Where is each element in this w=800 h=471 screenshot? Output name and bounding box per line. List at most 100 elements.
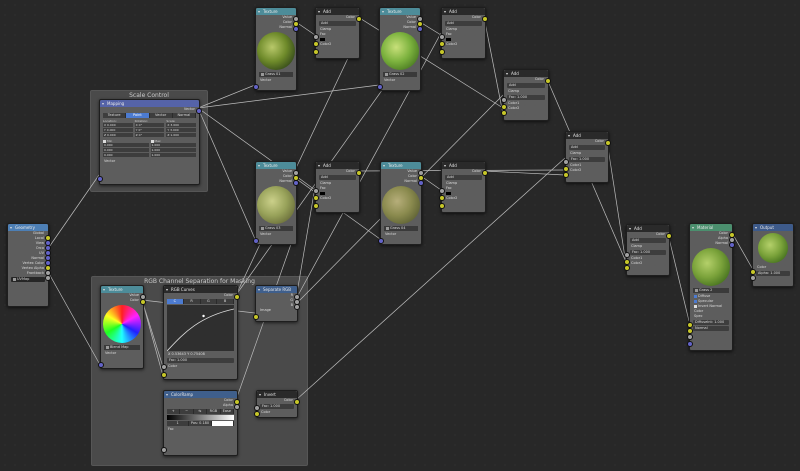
- socket[interactable]: [313, 203, 319, 209]
- blend-mode-select[interactable]: Add: [319, 175, 356, 180]
- socket[interactable]: [140, 299, 146, 305]
- texture-node-grass04[interactable]: Texture Value Color Normal Grass 04 Vect…: [378, 161, 424, 245]
- add-node-5[interactable]: Add Color Add Clamp Fac: 1.000 Color1 Co…: [501, 69, 551, 121]
- color-mode-select[interactable]: RGB: [207, 409, 221, 414]
- scale-x[interactable]: X 3.000: [166, 123, 197, 127]
- add-node-4[interactable]: Add Color Add Clamp Fac Color2: [439, 161, 488, 213]
- input-diffuse-intensity[interactable]: DiffuseInt: 1.000: [693, 320, 729, 325]
- socket[interactable]: [545, 78, 551, 84]
- min-x[interactable]: 0.000: [103, 143, 149, 147]
- socket[interactable]: [253, 84, 259, 90]
- socket[interactable]: [687, 334, 693, 340]
- socket[interactable]: [439, 34, 445, 40]
- stop-color-swatch[interactable]: [211, 421, 234, 426]
- color-ramp-node[interactable]: ColorRamp Color Alpha + − ⇆ RGB Ease 1 P…: [161, 390, 240, 456]
- add-node-3[interactable]: Add Color Add Clamp Fac Color2: [313, 161, 362, 213]
- blend-mode-select[interactable]: Add: [630, 238, 666, 243]
- socket[interactable]: [234, 294, 240, 300]
- socket[interactable]: [482, 170, 488, 176]
- location-z[interactable]: Z 0.000: [103, 133, 133, 137]
- socket[interactable]: [161, 364, 167, 370]
- curve-graph[interactable]: [166, 305, 235, 352]
- material-node[interactable]: Material Color Alpha Normal Grass 2 Diff…: [687, 223, 735, 351]
- blend-mode-select[interactable]: Add: [569, 145, 605, 150]
- max-z[interactable]: 1.000: [150, 153, 196, 157]
- socket[interactable]: [161, 447, 167, 453]
- socket[interactable]: [418, 180, 424, 186]
- tab-green[interactable]: G: [200, 299, 218, 304]
- curve-editor[interactable]: [166, 305, 235, 352]
- checkbox[interactable]: [694, 304, 697, 308]
- texture-selector[interactable]: Blend Map: [104, 345, 140, 350]
- socket[interactable]: [313, 41, 319, 47]
- curve-point[interactable]: [202, 314, 205, 318]
- texture-node-grass02[interactable]: Texture Value Color Normal Grass 02 Vect…: [377, 7, 423, 91]
- clamp-toggle[interactable]: Clamp: [504, 89, 548, 94]
- socket[interactable]: [377, 84, 383, 90]
- input-fac[interactable]: Fac: 1.000: [507, 95, 545, 100]
- socket[interactable]: [563, 172, 569, 178]
- add-node-6[interactable]: Add Color Add Clamp Fac: 1.000 Color1 Co…: [563, 131, 611, 183]
- socket[interactable]: [378, 238, 384, 244]
- socket[interactable]: [313, 49, 319, 55]
- location-x[interactable]: X 0.000: [103, 123, 133, 127]
- socket[interactable]: [356, 16, 362, 22]
- socket[interactable]: [98, 362, 104, 368]
- invert-node[interactable]: Invert Color Fac: 1.000 Color: [254, 390, 300, 418]
- add-node-1[interactable]: Add Color Add Clamp Fac Color2: [313, 7, 362, 59]
- input-fac[interactable]: Fac: 1.000: [569, 157, 605, 162]
- socket[interactable]: [439, 41, 445, 47]
- curve-line[interactable]: [166, 308, 235, 352]
- clamp-toggle[interactable]: Clamp: [566, 151, 608, 156]
- input-fac[interactable]: Fac: 1.000: [260, 404, 294, 409]
- clamp-toggle[interactable]: Clamp: [627, 244, 669, 249]
- remove-stop-button[interactable]: −: [180, 409, 194, 414]
- max-x[interactable]: 1.000: [150, 143, 196, 147]
- socket[interactable]: [624, 252, 630, 258]
- socket[interactable]: [439, 203, 445, 209]
- blend-mode-select[interactable]: Add: [445, 175, 482, 180]
- input-fac[interactable]: Fac: 1.000: [167, 358, 234, 363]
- rotation-x[interactable]: X 0°: [134, 123, 165, 127]
- tab-blue[interactable]: B: [217, 299, 234, 304]
- scale-z[interactable]: Z 1.000: [166, 133, 197, 137]
- flip-ramp-button[interactable]: ⇆: [193, 409, 208, 414]
- socket[interactable]: [234, 404, 240, 410]
- socket[interactable]: [45, 275, 51, 281]
- mapping-type-tabs[interactable]: Texture Point Vector Normal: [103, 113, 196, 118]
- socket[interactable]: [439, 49, 445, 55]
- texture-node-grass03[interactable]: Texture Value Color Normal Grass 03 Vect…: [253, 161, 299, 245]
- color-swatch[interactable]: [446, 37, 451, 41]
- socket[interactable]: [666, 233, 672, 239]
- add-node-2[interactable]: Add Color Add Clamp Fac Color2: [439, 7, 488, 59]
- socket[interactable]: [313, 34, 319, 40]
- stop-index[interactable]: 1: [167, 421, 190, 426]
- socket[interactable]: [439, 195, 445, 201]
- socket[interactable]: [161, 372, 167, 378]
- texture-node-blend-map[interactable]: Texture Value Color Blend Map Vector: [98, 285, 146, 369]
- socket[interactable]: [97, 176, 103, 182]
- rotation-z[interactable]: Z 0°: [134, 133, 165, 137]
- color-swatch[interactable]: [446, 191, 451, 195]
- socket[interactable]: [501, 110, 507, 116]
- texture-selector[interactable]: Grass 01: [259, 72, 293, 77]
- texture-selector[interactable]: Grass 04: [384, 226, 418, 231]
- separate-rgb-node[interactable]: Separate RGB R G B Image: [253, 285, 300, 322]
- texture-node-grass01[interactable]: Texture Value Color Normal Grass 01 Vect…: [253, 7, 299, 91]
- max-y[interactable]: 1.000: [150, 148, 196, 152]
- socket[interactable]: [254, 411, 260, 417]
- socket[interactable]: [313, 195, 319, 201]
- socket[interactable]: [313, 188, 319, 194]
- min-y[interactable]: 0.000: [103, 148, 149, 152]
- socket[interactable]: [196, 108, 202, 114]
- socket[interactable]: [624, 265, 630, 271]
- ramp-controls[interactable]: + − ⇆ RGB Ease: [167, 409, 235, 414]
- blend-mode-select[interactable]: Add: [507, 83, 545, 88]
- stop-position[interactable]: Pos: 0.180: [189, 421, 212, 426]
- input-fac[interactable]: Fac: 1.000: [630, 250, 666, 255]
- socket[interactable]: [501, 97, 507, 103]
- texture-selector[interactable]: Grass 03: [259, 226, 293, 231]
- socket[interactable]: [687, 341, 693, 347]
- uvmap-field[interactable]: UVMap: [11, 277, 45, 282]
- socket[interactable]: [750, 275, 756, 281]
